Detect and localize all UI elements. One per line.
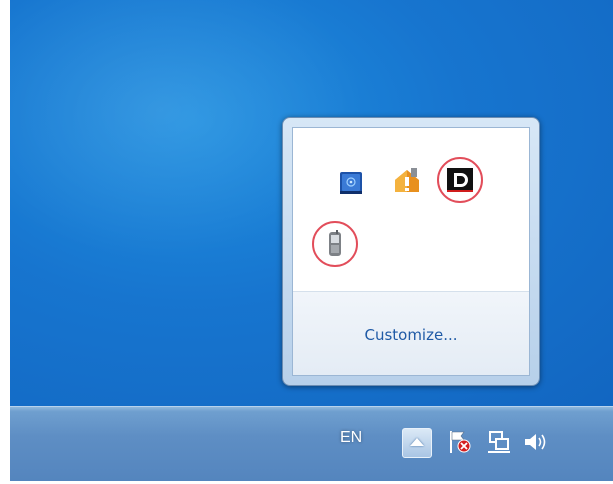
show-hidden-icons-button[interactable]	[402, 428, 432, 458]
d-logo-icon[interactable]	[444, 164, 476, 196]
chevron-up-icon	[410, 438, 424, 446]
popup-footer: Customize...	[293, 291, 529, 375]
network-icon[interactable]	[484, 427, 514, 457]
popup-content: Customize...	[292, 127, 530, 376]
orange-warning-icon[interactable]	[391, 164, 423, 196]
phone-device-icon[interactable]	[319, 228, 351, 260]
volume-icon[interactable]	[520, 427, 550, 457]
customize-link[interactable]: Customize...	[293, 326, 529, 344]
notification-overflow-popup: Customize...	[282, 117, 540, 386]
taskbar: EN	[10, 406, 613, 481]
blue-book-icon[interactable]	[335, 166, 367, 198]
hidden-icons-area	[293, 128, 529, 291]
action-center-flag-icon[interactable]	[444, 427, 474, 457]
language-indicator[interactable]: EN	[340, 429, 362, 447]
